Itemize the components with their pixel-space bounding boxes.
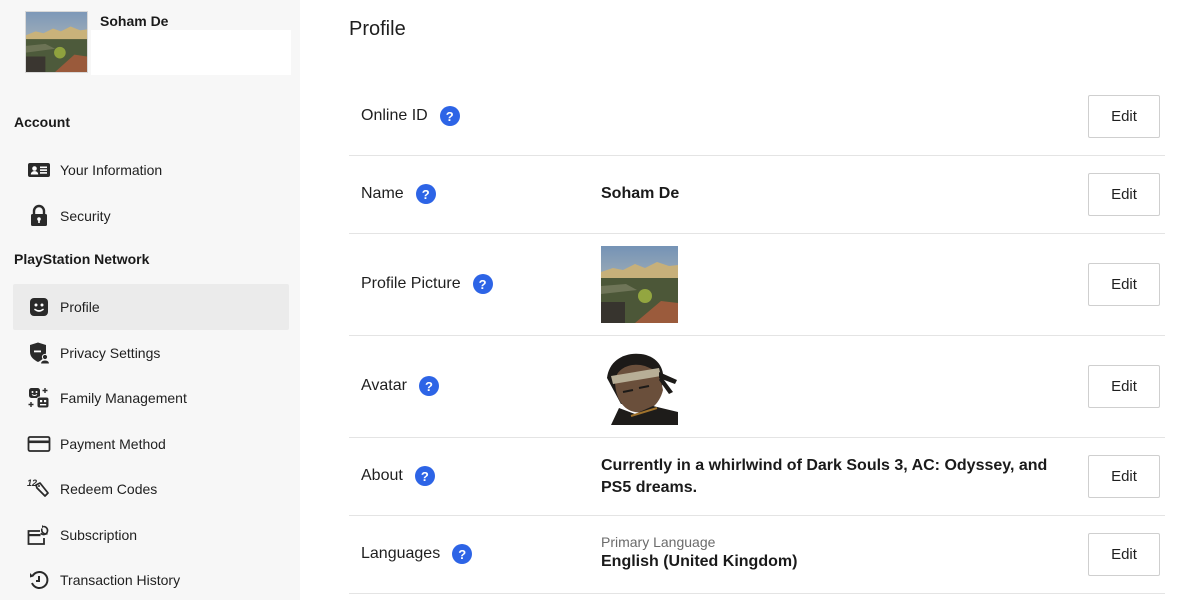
sidebar-item-label: Privacy Settings [60, 345, 161, 361]
sidebar-item-profile[interactable]: Profile [13, 284, 289, 330]
section-title-playstation-network: PlayStation Network [14, 251, 150, 267]
user-profile-picture[interactable] [25, 11, 88, 73]
edit-avatar-button[interactable]: Edit [1088, 365, 1160, 408]
row-label: Languages [361, 545, 441, 562]
main-content: Profile Online ID ? Edit Name ? Soham De… [349, 0, 1165, 600]
sidebar: Soham De Account Your Information Securi… [0, 0, 300, 600]
profile-row-online-id: Online ID ? Edit [349, 78, 1165, 156]
sidebar-item-transaction-history[interactable]: Transaction History [13, 557, 289, 600]
profile-picture-image [601, 246, 678, 323]
row-label: Profile Picture [361, 275, 461, 292]
edit-online-id-button[interactable]: Edit [1088, 95, 1160, 138]
primary-language-value: English (United Kingdom) [601, 553, 798, 570]
edit-languages-button[interactable]: Edit [1088, 533, 1160, 576]
sidebar-item-label: Your Information [60, 162, 163, 178]
shield-user-icon [27, 341, 51, 365]
user-card: Soham De [25, 11, 291, 75]
profile-row-name: Name ? Soham De Edit [349, 156, 1165, 234]
row-label: Name [361, 185, 404, 202]
landscape-photo-icon [601, 246, 678, 323]
sidebar-item-label: Payment Method [60, 436, 166, 452]
user-name: Soham De [100, 13, 169, 29]
sidebar-item-family-management[interactable]: Family Management [13, 375, 289, 421]
landscape-photo-icon [26, 12, 87, 72]
edit-name-button[interactable]: Edit [1088, 173, 1160, 216]
row-label: About [361, 467, 403, 484]
user-info-panel [91, 30, 291, 75]
samurai-avatar-icon [601, 348, 678, 425]
help-icon[interactable]: ? [472, 274, 493, 294]
about-value: Currently in a whirlwind of Dark Souls 3… [601, 457, 1048, 496]
subscription-icon [27, 523, 51, 547]
help-icon[interactable]: ? [415, 184, 436, 204]
lock-icon [27, 204, 51, 228]
sidebar-item-label: Security [60, 208, 111, 224]
id-card-icon [27, 158, 51, 182]
section-title-account: Account [14, 114, 70, 130]
profile-row-avatar: Avatar ? Edit [349, 336, 1165, 438]
sidebar-item-label: Profile [60, 299, 100, 315]
row-label: Online ID [361, 107, 428, 124]
profile-row-about: About ? Currently in a whirlwind of Dark… [349, 438, 1165, 516]
profile-row-languages: Languages ? Primary Language English (Un… [349, 516, 1165, 594]
credit-card-icon [27, 432, 51, 456]
help-icon[interactable]: ? [452, 544, 473, 564]
sidebar-item-privacy-settings[interactable]: Privacy Settings [13, 330, 289, 376]
history-icon [27, 568, 51, 592]
edit-about-button[interactable]: Edit [1088, 455, 1160, 498]
row-label: Avatar [361, 377, 407, 394]
page-title: Profile [349, 18, 406, 40]
smile-face-icon [27, 295, 51, 319]
help-icon[interactable]: ? [418, 376, 439, 396]
sidebar-item-label: Redeem Codes [60, 481, 158, 497]
app-root: Soham De Account Your Information Securi… [0, 0, 1200, 600]
sidebar-item-label: Family Management [60, 390, 187, 406]
redeem-code-icon: 12 [27, 477, 51, 501]
edit-profile-picture-button[interactable]: Edit [1088, 263, 1160, 306]
avatar-image [601, 348, 678, 425]
help-icon[interactable]: ? [439, 106, 460, 126]
sidebar-item-redeem-codes[interactable]: 12 Redeem Codes [13, 466, 289, 512]
sidebar-item-your-information[interactable]: Your Information [13, 147, 289, 193]
primary-language-label: Primary Language [601, 534, 716, 550]
sidebar-item-security[interactable]: Security [13, 193, 289, 239]
sidebar-item-label: Transaction History [60, 572, 181, 588]
family-icon [27, 386, 51, 410]
sidebar-item-subscription[interactable]: Subscription [13, 512, 289, 558]
sidebar-item-label: Subscription [60, 527, 138, 543]
help-icon[interactable]: ? [414, 466, 435, 486]
svg-text:12: 12 [27, 478, 37, 488]
sidebar-item-payment-method[interactable]: Payment Method [13, 421, 289, 467]
name-value: Soham De [601, 185, 680, 202]
profile-row-profile-picture: Profile Picture ? Edit [349, 234, 1165, 336]
